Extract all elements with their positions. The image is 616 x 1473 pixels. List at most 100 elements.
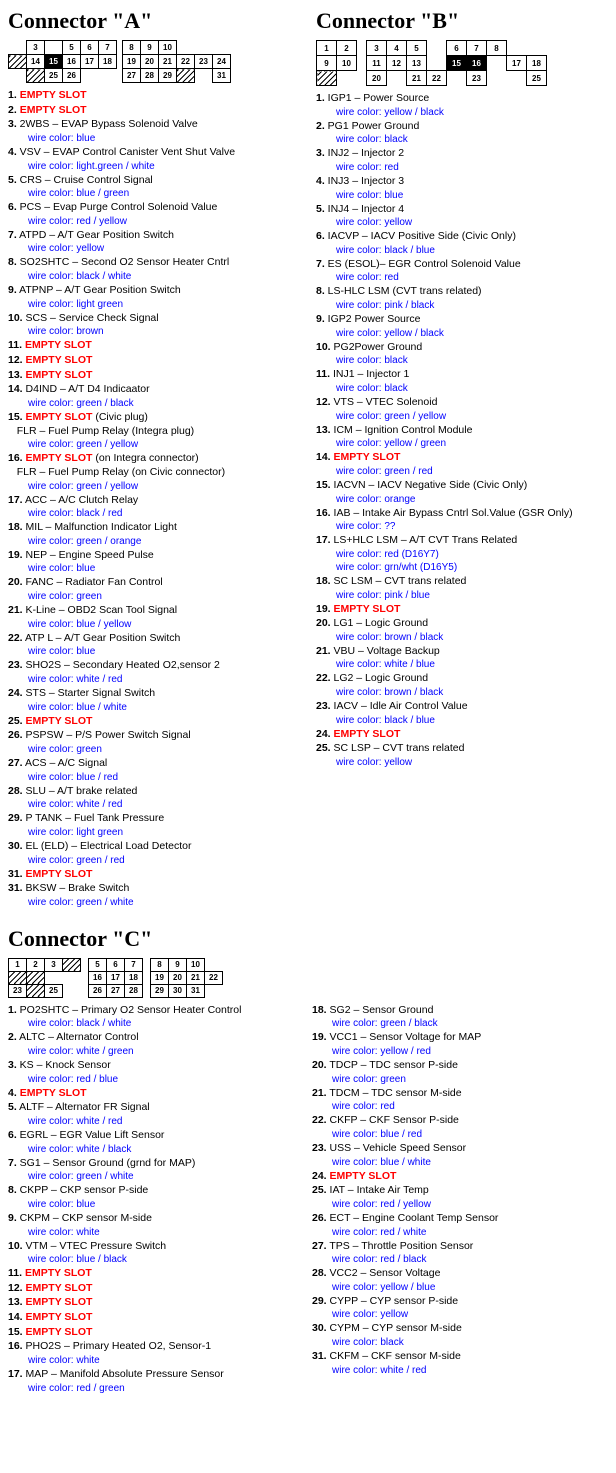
list-item: 18. SG2 – Sensor Groundwire color: green…: [312, 1004, 608, 1031]
wire-color: wire color: yellow: [312, 1308, 608, 1321]
wire-color: wire color: pink / black: [316, 299, 608, 312]
wire-color: wire color: yellow / black: [316, 327, 608, 340]
list-item: 13. EMPTY SLOT: [8, 1296, 304, 1310]
list-item: 16. PHO2S – Primary Heated O2, Sensor-1w…: [8, 1340, 304, 1367]
list-item: 15. IACVN – IACV Negative Side (Civic On…: [316, 479, 608, 506]
list-item: 15. EMPTY SLOT (Civic plug) FLR – Fuel P…: [8, 411, 300, 451]
wire-color: wire color: red / green: [8, 1382, 304, 1395]
list-item: 24. EMPTY SLOT: [316, 728, 608, 742]
list-item: 8. LS-HLC LSM (CVT trans related)wire co…: [316, 285, 608, 312]
list-item: 8. CKPP – CKP sensor P-sidewire color: b…: [8, 1184, 304, 1211]
list-item: 19. NEP – Engine Speed Pulsewire color: …: [8, 549, 300, 576]
list-item: 28. SLU – A/T brake relatedwire color: w…: [8, 785, 300, 812]
list-item: 5. INJ4 – Injector 4wire color: yellow: [316, 203, 608, 230]
wire-color: wire color: blue: [8, 1198, 304, 1211]
connector-b-pin-list: 1. IGP1 – Power Sourcewire color: yellow…: [316, 92, 608, 769]
wire-color: wire color: blue: [8, 562, 300, 575]
connector-c-section: Connector "C" 1 2 3 5 6 7 8 9 10: [0, 918, 616, 1404]
list-item: 6. IACVP – IACV Positive Side (Civic Onl…: [316, 230, 608, 257]
list-item: 1. IGP1 – Power Sourcewire color: yellow…: [316, 92, 608, 119]
empty-slot: EMPTY SLOT: [26, 1282, 93, 1294]
wire-color: wire color: red: [316, 271, 608, 284]
list-item: 11. INJ1 – Injector 1wire color: black: [316, 368, 608, 395]
list-item: 10. VTM – VTEC Pressure Switchwire color…: [8, 1240, 304, 1267]
list-item: 11. EMPTY SLOT: [8, 339, 300, 353]
list-item: 27. ACS – A/C Signalwire color: blue / r…: [8, 757, 300, 784]
wire-color: wire color: blue: [8, 645, 300, 658]
list-item: 16. EMPTY SLOT (on Integra connector) FL…: [8, 452, 300, 492]
list-item: 22. LG2 – Logic Groundwire color: brown …: [316, 672, 608, 699]
list-item: 25. IAT – Intake Air Tempwire color: red…: [312, 1184, 608, 1211]
list-item: 1. PO2SHTC – Primary O2 Sensor Heater Co…: [8, 1004, 304, 1031]
list-item: 7. ATPD – A/T Gear Position Switchwire c…: [8, 229, 300, 256]
wire-color: wire color: green / yellow: [8, 480, 300, 493]
wire-color: wire color: green: [8, 590, 300, 603]
wire-color: wire color: light green: [8, 298, 300, 311]
wire-color: wire color: ??: [316, 520, 608, 533]
wire-color: wire color: green: [8, 743, 300, 756]
wire-color: wire color: black: [316, 133, 608, 146]
wire-color: wire color: red: [312, 1100, 608, 1113]
wire-color: wire color: white / black: [8, 1143, 304, 1156]
list-item: 18. MIL – Malfunction Indicator Lightwir…: [8, 521, 300, 548]
list-item: 31. CKFM – CKF sensor M-sidewire color: …: [312, 1350, 608, 1377]
list-item: 3. 2WBS – EVAP Bypass Solenoid Valvewire…: [8, 118, 300, 145]
wire-color: wire color: red (D16Y7): [316, 548, 608, 561]
wire-color: wire color: blue / white: [312, 1156, 608, 1169]
wire-color: wire color: red / yellow: [8, 215, 300, 228]
wire-color: wire color: yellow / blue: [312, 1281, 608, 1294]
list-item: 24. STS – Starter Signal Switchwire colo…: [8, 687, 300, 714]
list-item: 5. ALTF – Alternator FR Signalwire color…: [8, 1101, 304, 1128]
connectors-top-row: Connector "A" 3 5 6 7 8 9 10: [0, 0, 616, 918]
list-item: 14. EMPTY SLOT: [8, 1311, 304, 1325]
list-item: 28. VCC2 – Sensor Voltagewire color: yel…: [312, 1267, 608, 1294]
wire-color: wire color: light green: [8, 826, 300, 839]
empty-slot: EMPTY SLOT: [26, 1311, 93, 1323]
wire-color: wire color: orange: [316, 493, 608, 506]
wire-color: wire color: green / red: [316, 465, 608, 478]
connector-b-diagram: 1 2 3 4 5 6 7 8 9 10: [316, 40, 608, 86]
list-item: 11. EMPTY SLOT: [8, 1267, 304, 1281]
empty-slot: EMPTY SLOT: [20, 104, 87, 116]
connector-a-title: Connector "A": [8, 8, 300, 34]
list-item: 13. EMPTY SLOT: [8, 369, 300, 383]
wire-color: wire color: green / red: [8, 854, 300, 867]
list-item: 21. K-Line – OBD2 Scan Tool Signalwire c…: [8, 604, 300, 631]
wire-color: wire color: green / white: [8, 896, 300, 909]
wire-color: wire color: green / white: [8, 1170, 304, 1183]
list-item: 7. SG1 – Sensor Ground (grnd for MAP)wir…: [8, 1157, 304, 1184]
wire-color: wire color: green: [312, 1073, 608, 1086]
list-item: 22. CKFP – CKF Sensor P-sidewire color: …: [312, 1114, 608, 1141]
list-item: 9. ATPNP – A/T Gear Position Switchwire …: [8, 284, 300, 311]
wire-color: wire color: white / blue: [316, 658, 608, 671]
wire-color: wire color: white: [8, 1354, 304, 1367]
list-item: 20. TDCP – TDC sensor P-sidewire color: …: [312, 1059, 608, 1086]
list-item: 6. EGRL – EGR Value Lift Sensorwire colo…: [8, 1129, 304, 1156]
wire-color: wire color: green / yellow: [8, 438, 300, 451]
empty-slot: EMPTY SLOT: [20, 1087, 87, 1099]
list-item: 29. CYPP – CYP sensor P-sidewire color: …: [312, 1295, 608, 1322]
wire-color: wire color: red / blue: [8, 1073, 304, 1086]
wire-color: wire color: white / red: [8, 673, 300, 686]
connector-a-diagram: 3 5 6 7 8 9 10 14 15: [8, 40, 300, 83]
wire-color: wire color: red / yellow: [312, 1198, 608, 1211]
wire-color: wire color: black: [316, 354, 608, 367]
list-item: 1. EMPTY SLOT: [8, 89, 300, 103]
list-item: 6. PCS – Evap Purge Control Solenoid Val…: [8, 201, 300, 228]
connector-c-pin-list: 1. PO2SHTC – Primary O2 Sensor Heater Co…: [8, 1004, 608, 1396]
wire-color: wire color: blue / white: [8, 701, 300, 714]
empty-slot: EMPTY SLOT: [334, 451, 401, 463]
list-item: 20. LG1 – Logic Groundwire color: brown …: [316, 617, 608, 644]
empty-slot: EMPTY SLOT: [26, 1326, 93, 1338]
wire-color: wire color: red / white: [312, 1226, 608, 1239]
list-item: 19. VCC1 – Sensor Voltage for MAPwire co…: [312, 1031, 608, 1058]
list-item: 25. EMPTY SLOT: [8, 715, 300, 729]
empty-slot: EMPTY SLOT: [26, 354, 93, 366]
list-item: 31. BKSW – Brake Switchwire color: green…: [8, 882, 300, 909]
list-item: 19. EMPTY SLOT: [316, 603, 608, 617]
empty-slot: EMPTY SLOT: [26, 715, 93, 727]
list-item: 21. TDCM – TDC sensor M-sidewire color: …: [312, 1087, 608, 1114]
list-item: 14. EMPTY SLOTwire color: green / red: [316, 451, 608, 478]
wire-color: wire color: brown: [8, 325, 300, 338]
list-item: 17. LS+HLC LSM – A/T CVT Trans Relatedwi…: [316, 534, 608, 574]
